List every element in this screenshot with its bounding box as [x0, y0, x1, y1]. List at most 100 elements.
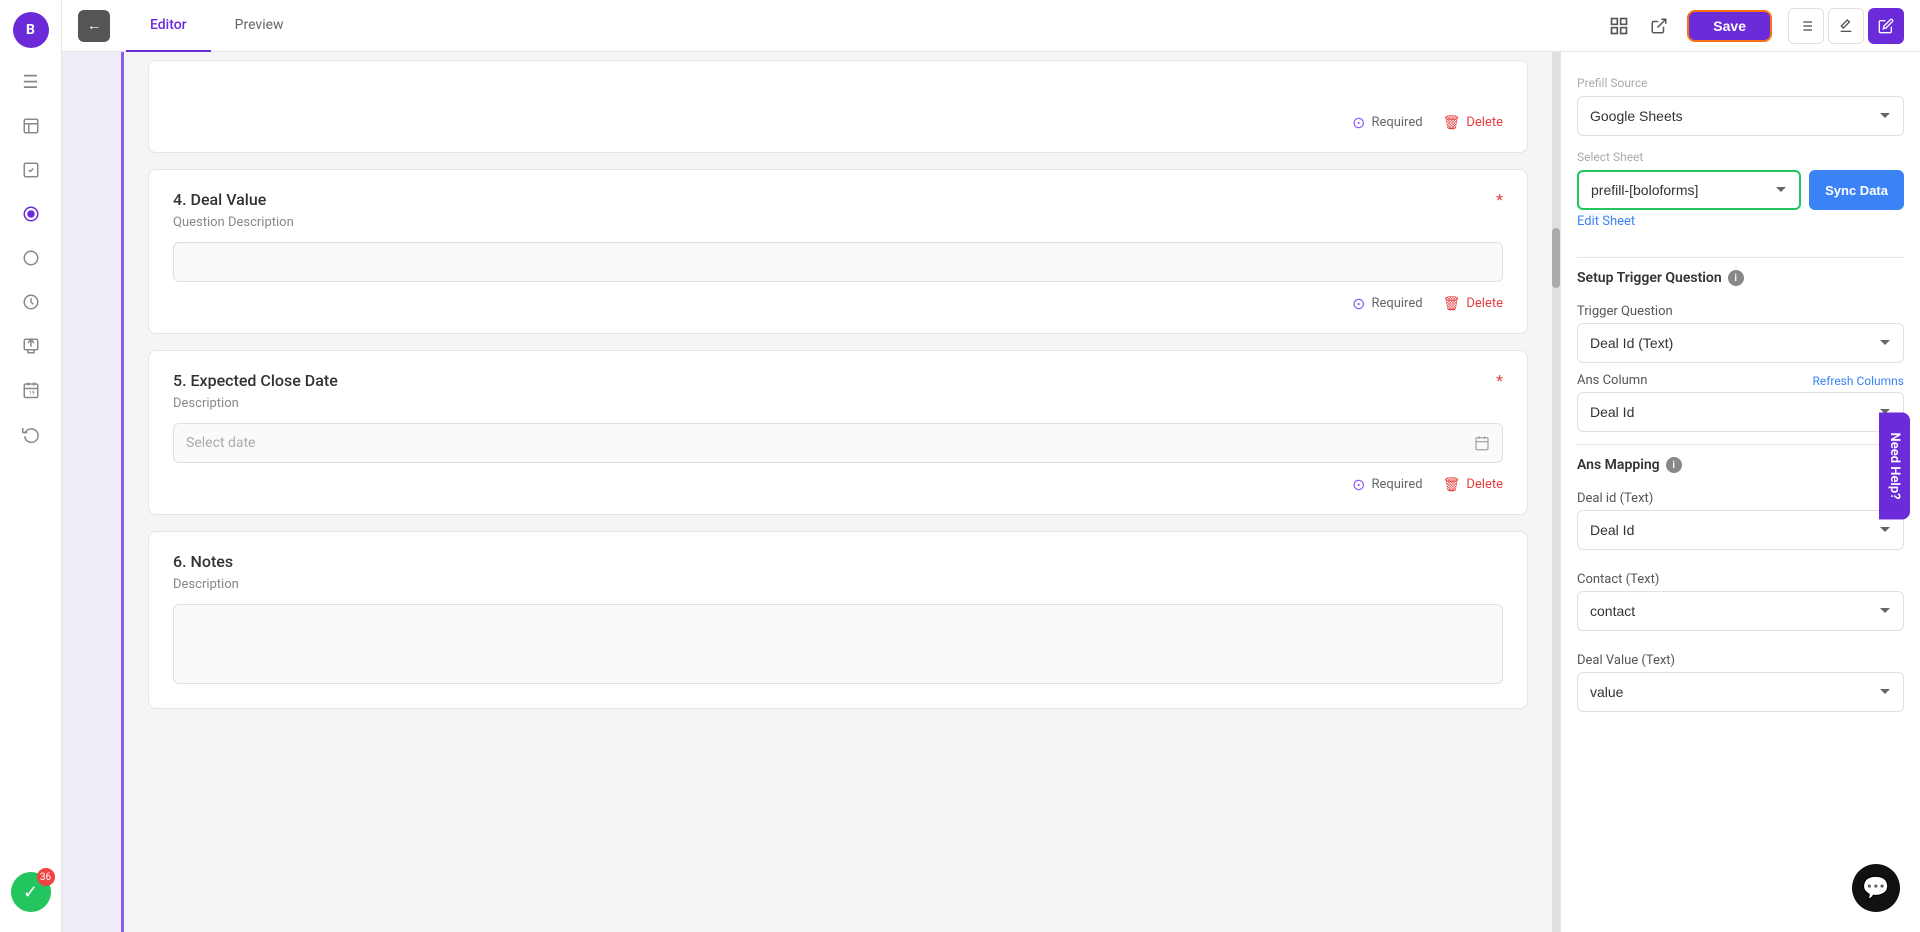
form-card-4: 4. Deal Value * Question Description ⊙ R… [148, 169, 1528, 334]
delete-label-top: Delete [1466, 115, 1503, 130]
toggle-icon-4: ⊙ [1352, 294, 1365, 313]
required-toggle-5[interactable]: ⊙ Required [1352, 475, 1423, 494]
left-nav [62, 52, 124, 932]
save-button[interactable]: Save [1687, 10, 1772, 42]
right-panel: Prefill Source Google Sheets Select Shee… [1560, 52, 1920, 932]
info-icon-trigger: i [1728, 270, 1744, 286]
date-placeholder-5: Select date [186, 435, 255, 451]
main-area: ← Editor Preview Save [62, 0, 1920, 932]
sheet-select[interactable]: prefill-[boloforms] [1577, 170, 1801, 210]
required-asterisk-4: * [1496, 190, 1503, 209]
mapping-select-2[interactable]: value [1577, 672, 1904, 712]
select-sheet-row: prefill-[boloforms] Sync Data [1577, 170, 1904, 210]
form-card-6-header: 6. Notes [173, 552, 1503, 571]
delete-btn-4[interactable]: 🗑 Delete [1443, 296, 1503, 312]
form-card-4-desc: Question Description [173, 215, 1503, 230]
sidebar-icon-forms[interactable] [13, 108, 49, 144]
prefill-source-label: Prefill Source [1577, 76, 1904, 90]
delete-btn-top[interactable]: 🗑 Delete [1443, 115, 1503, 131]
form-card-5-header: 5. Expected Close Date * [173, 371, 1503, 390]
delete-label-4: Delete [1466, 296, 1503, 311]
trigger-question-select[interactable]: Deal Id (Text) [1577, 323, 1904, 363]
form-card-top-partial: ⊙ Required 🗑 Delete [148, 60, 1528, 153]
toggle-icon-5: ⊙ [1352, 475, 1365, 494]
stamp-icon[interactable] [1828, 8, 1864, 44]
ans-column-label: Ans Column [1577, 373, 1647, 388]
form-card-6-title-group: 6. Notes [173, 552, 233, 571]
content-row: ⊙ Required 🗑 Delete 4. Deal Value [62, 52, 1920, 932]
info-icon-mapping: i [1666, 457, 1682, 473]
mapping-select-1[interactable]: contact [1577, 591, 1904, 631]
tab-preview[interactable]: Preview [211, 0, 308, 52]
required-label-5: Required [1371, 477, 1422, 492]
toggle-icon-top: ⊙ [1352, 113, 1365, 132]
app-logo: B [13, 12, 49, 48]
required-toggle-top[interactable]: ⊙ Required [1352, 113, 1423, 132]
chat-icon: 💬 [1862, 876, 1889, 901]
required-label-top: Required [1371, 115, 1422, 130]
sidebar-icon-clock[interactable] [13, 284, 49, 320]
prefill-source-select[interactable]: Google Sheets [1577, 96, 1904, 136]
divider-2 [1577, 444, 1904, 445]
sidebar-icon-menu[interactable]: ☰ [13, 64, 49, 100]
mapping-select-0[interactable]: Deal Id [1577, 510, 1904, 550]
external-link-icon[interactable] [1641, 8, 1677, 44]
form-card-4-title: 4. Deal Value [173, 190, 266, 209]
setup-trigger-title: Setup Trigger Question i [1577, 270, 1904, 286]
form-input-4[interactable] [173, 242, 1503, 282]
delete-btn-5[interactable]: 🗑 Delete [1443, 477, 1503, 493]
chat-widget-button[interactable]: 💬 [1852, 864, 1900, 912]
sidebar-icon-radio[interactable] [13, 196, 49, 232]
need-help-button[interactable]: Need Help? [1879, 412, 1910, 519]
delete-icon-4: 🗑 [1443, 296, 1461, 312]
edit-icon[interactable] [1868, 8, 1904, 44]
refresh-columns-link[interactable]: Refresh Columns [1812, 374, 1904, 388]
form-card-6-desc: Description [173, 577, 1503, 592]
topbar: ← Editor Preview Save [62, 0, 1920, 52]
form-card-5: 5. Expected Close Date * Description Sel… [148, 350, 1528, 515]
mapping-row-1: Contact (Text) contact [1577, 562, 1904, 631]
mapping-label-1: Contact (Text) [1577, 572, 1904, 587]
list-icon[interactable] [1788, 8, 1824, 44]
form-card-5-footer: ⊙ Required 🗑 Delete [173, 475, 1503, 494]
required-toggle-4[interactable]: ⊙ Required [1352, 294, 1423, 313]
notification-badge[interactable]: ✓ 36 [11, 872, 51, 912]
layout-icon[interactable] [1601, 8, 1637, 44]
form-card-6: 6. Notes Description [148, 531, 1528, 709]
sidebar-left: B ☰ 19 ✓ 36 [0, 0, 62, 932]
delete-icon-5: 🗑 [1443, 477, 1461, 493]
delete-label-5: Delete [1466, 477, 1503, 492]
form-card-5-title-group: 5. Expected Close Date [173, 371, 338, 390]
form-card-4-footer: ⊙ Required 🗑 Delete [173, 294, 1503, 313]
form-textarea-6[interactable] [173, 604, 1503, 684]
form-card-4-header: 4. Deal Value * [173, 190, 1503, 209]
sidebar-icon-circle[interactable] [13, 240, 49, 276]
mapping-label-2: Deal Value (Text) [1577, 653, 1904, 668]
sidebar-icon-check[interactable] [13, 152, 49, 188]
scroll-thumb[interactable] [1552, 228, 1560, 288]
edit-sheet-link[interactable]: Edit Sheet [1577, 214, 1904, 229]
sidebar-icon-refresh[interactable] [13, 416, 49, 452]
mapping-label-0: Deal id (Text) [1577, 491, 1904, 506]
sync-data-button[interactable]: Sync Data [1809, 170, 1904, 210]
scroll-track[interactable] [1552, 52, 1560, 932]
form-editor: ⊙ Required 🗑 Delete 4. Deal Value [124, 52, 1552, 932]
form-card-5-desc: Description [173, 396, 1503, 411]
back-button[interactable]: ← [78, 10, 110, 42]
delete-icon-top: 🗑 [1443, 115, 1461, 131]
date-input-5[interactable]: Select date [173, 423, 1503, 463]
sidebar-icon-upload[interactable] [13, 328, 49, 364]
svg-text:19: 19 [28, 391, 34, 397]
tab-editor[interactable]: Editor [126, 0, 211, 52]
sidebar-icon-calendar[interactable]: 19 [13, 372, 49, 408]
required-label-4: Required [1371, 296, 1422, 311]
trigger-question-label: Trigger Question [1577, 304, 1904, 319]
toolbar-icons [1788, 8, 1904, 44]
mapping-row-0: Deal id (Text) Deal Id [1577, 481, 1904, 550]
form-card-footer-top: ⊙ Required 🗑 Delete [173, 113, 1503, 132]
required-asterisk-5: * [1496, 371, 1503, 390]
divider-1 [1577, 257, 1904, 258]
ans-mapping-title: Ans Mapping i [1577, 457, 1904, 473]
select-sheet-label: Select Sheet [1577, 150, 1904, 164]
ans-column-select[interactable]: Deal Id [1577, 392, 1904, 432]
